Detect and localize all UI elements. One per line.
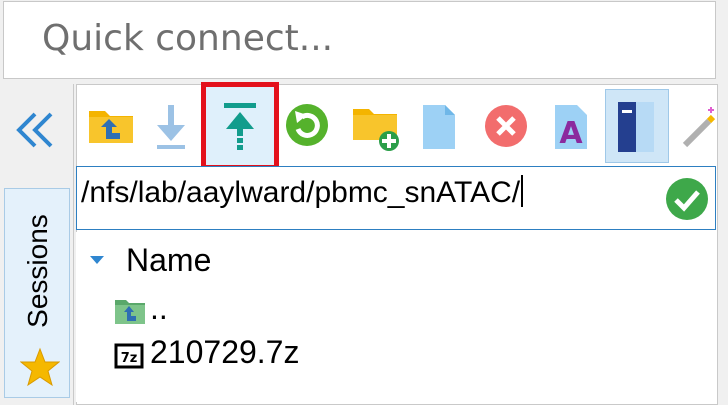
svg-text:7z: 7z	[121, 351, 138, 366]
list-item-name: 210729.7z	[150, 334, 300, 370]
magic-wand-button[interactable]	[671, 93, 728, 159]
rename-button[interactable]: A	[543, 93, 603, 159]
download-button[interactable]	[141, 93, 201, 159]
checkmark-circle-icon[interactable]	[665, 177, 709, 221]
svg-text:A: A	[559, 116, 583, 151]
list-item-name: ..	[150, 290, 168, 326]
parent-folder-button[interactable]	[79, 93, 139, 159]
folder-plus-icon	[353, 109, 399, 151]
file-icon	[423, 105, 455, 149]
toggle-view-button[interactable]	[605, 89, 669, 163]
folder-up-icon	[89, 111, 133, 143]
new-file-button[interactable]	[411, 93, 471, 159]
star-icon	[19, 347, 61, 387]
panel-icon	[618, 102, 654, 152]
path-text: /nfs/lab/aaylward/pbmc_snATAC/	[81, 175, 524, 210]
download-arrow-icon	[157, 105, 185, 149]
delete-x-icon	[485, 105, 527, 147]
upload-button-highlight[interactable]	[201, 82, 279, 170]
new-folder-button[interactable]	[343, 93, 403, 159]
refresh-button[interactable]	[277, 93, 337, 159]
sort-triangle-icon	[90, 256, 104, 264]
name-column-label: Name	[126, 242, 212, 278]
delete-button[interactable]	[475, 93, 535, 159]
refresh-icon	[286, 104, 328, 146]
quick-connect-placeholder: Quick connect...	[42, 18, 334, 59]
sessions-tab[interactable]: Sessions	[4, 188, 70, 398]
path-input[interactable]: /nfs/lab/aaylward/pbmc_snATAC/	[76, 166, 716, 230]
double-chevron-left-icon[interactable]	[13, 110, 63, 150]
letter-a-icon: A	[555, 105, 587, 151]
upload-arrow-icon	[224, 103, 256, 150]
sessions-tab-label: Sessions	[22, 214, 53, 328]
folder-up-icon	[114, 296, 146, 326]
7z-archive-icon: 7z	[114, 340, 146, 370]
toolbar: A	[77, 85, 717, 167]
magic-wand-icon	[682, 107, 716, 148]
quick-connect-input[interactable]: Quick connect...	[3, 1, 716, 79]
file-list: Name .. 7z 210729.7z	[76, 232, 716, 402]
